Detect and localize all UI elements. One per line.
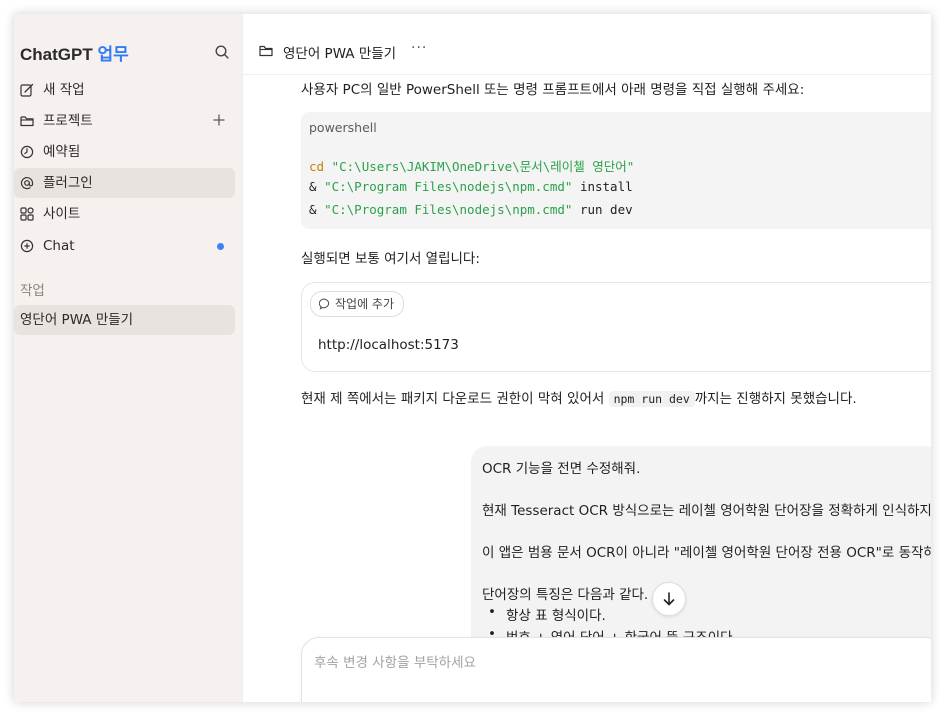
code-string: "C:\Program Files\nodejs\npm.cmd" xyxy=(324,202,573,217)
sidebar-item-label: 사이트 xyxy=(43,206,81,222)
sidebar: ChatGPT 업무 새 작업 프로젝트 예약됨 플러그인 사이트 Chat 작… xyxy=(14,14,242,702)
brand-name: ChatGPT xyxy=(20,45,93,64)
follow-up-input[interactable] xyxy=(312,652,916,674)
sidebar-item-label: 플러그인 xyxy=(43,175,93,191)
localhost-url[interactable]: http://localhost:5173 xyxy=(318,337,459,353)
page-title: 영단어 PWA 만들기 xyxy=(283,46,397,62)
notification-dot xyxy=(217,243,224,250)
note-text-after: 까지는 진행하지 못했습니다. xyxy=(694,391,857,407)
brand-accent: 업무 xyxy=(97,45,129,64)
assistant-after-run-text: 실행되면 보통 여기서 열립니다: xyxy=(301,251,480,267)
code-argument: run dev xyxy=(579,202,633,217)
sidebar-item-label: 새 작업 xyxy=(43,82,85,98)
sidebar-item-scheduled[interactable]: 예약됨 xyxy=(14,137,235,167)
grid-icon xyxy=(20,207,34,221)
code-line: & "C:\Program Files\nodejs\npm.cmd" run … xyxy=(309,202,633,217)
note-text-before: 현재 제 쪽에서는 패키지 다운로드 권한이 막혀 있어서 xyxy=(301,391,605,407)
code-block: powershell cd "C:\Users\JAKIM\OneDrive\문… xyxy=(301,112,931,229)
sidebar-item-sites[interactable]: 사이트 xyxy=(14,199,235,229)
assistant-note: 현재 제 쪽에서는 패키지 다운로드 권한이 막혀 있어서 npm run de… xyxy=(301,387,857,407)
add-to-task-button[interactable]: 작업에 추가 xyxy=(310,291,405,317)
user-message-line: 단어장의 특징은 다음과 같다. xyxy=(482,587,649,603)
url-card: 작업에 추가 http://localhost:5173 xyxy=(301,282,931,372)
assistant-intro-text: 사용자 PC의 일반 PowerShell 또는 명령 프롬프트에서 아래 명령… xyxy=(301,82,805,98)
scroll-to-bottom-button[interactable] xyxy=(652,582,686,616)
sidebar-item-label: 예약됨 xyxy=(43,144,81,160)
plus-icon[interactable] xyxy=(212,113,226,127)
inline-code: npm run dev xyxy=(608,391,695,407)
list-item-text: 항상 표 형식이다. xyxy=(506,608,606,624)
folder-icon xyxy=(259,45,273,57)
arrow-down-icon xyxy=(663,592,675,606)
app-window: ChatGPT 업무 새 작업 프로젝트 예약됨 플러그인 사이트 Chat 작… xyxy=(14,14,931,702)
sidebar-item-projects[interactable]: 프로젝트 xyxy=(14,106,235,136)
code-line: & "C:\Program Files\nodejs\npm.cmd" inst… xyxy=(309,179,633,194)
sidebar-task-item[interactable]: 영단어 PWA 만들기 xyxy=(14,305,235,335)
at-icon xyxy=(20,177,34,190)
code-language-label: powershell xyxy=(309,120,377,135)
section-label-tasks: 작업 xyxy=(20,283,45,299)
task-label: 영단어 PWA 만들기 xyxy=(20,312,134,328)
code-string: "C:\Users\JAKIM\OneDrive\문서\레이첼 영단어" xyxy=(331,159,635,174)
user-message-line: OCR 기능을 전면 수정해줘. xyxy=(482,461,641,477)
main-panel: 영단어 PWA 만들기 ··· 사용자 PC의 일반 PowerShell 또는… xyxy=(242,14,931,702)
edit-icon xyxy=(20,83,34,97)
search-icon[interactable] xyxy=(214,44,230,60)
add-to-task-label: 작업에 추가 xyxy=(335,297,395,311)
folder-icon xyxy=(20,116,34,127)
list-item: 항상 표 형식이다. xyxy=(488,604,606,624)
user-message-line: 현재 Tesseract OCR 방식으로는 레이첼 영어학원 단어장을 정확하… xyxy=(482,503,931,519)
clock-icon xyxy=(20,145,34,159)
code-operator: & xyxy=(309,179,317,194)
sidebar-item-plugins[interactable]: 플러그인 xyxy=(14,168,235,198)
sidebar-item-label: Chat xyxy=(43,238,75,254)
code-keyword: cd xyxy=(309,159,325,174)
sidebar-item-label: 프로젝트 xyxy=(43,113,93,129)
brand-logo: ChatGPT 업무 xyxy=(20,40,129,65)
code-line: cd "C:\Users\JAKIM\OneDrive\문서\레이첼 영단어" xyxy=(309,156,634,175)
code-argument: install xyxy=(579,179,633,194)
chat-plus-icon xyxy=(20,239,34,253)
code-string: "C:\Program Files\nodejs\npm.cmd" xyxy=(324,179,573,194)
sidebar-item-new-task[interactable]: 새 작업 xyxy=(14,75,235,105)
speech-bubble-icon xyxy=(319,298,330,310)
sidebar-item-chat[interactable]: Chat xyxy=(14,231,235,261)
composer xyxy=(301,637,931,702)
header-bar: 영단어 PWA 만들기 ··· xyxy=(243,14,931,75)
more-options-button[interactable]: ··· xyxy=(411,40,427,56)
user-message-line: 이 앱은 범용 문서 OCR이 아니라 "레이첼 영어학원 단어장 전용 OCR… xyxy=(482,545,931,561)
code-operator: & xyxy=(309,202,317,217)
